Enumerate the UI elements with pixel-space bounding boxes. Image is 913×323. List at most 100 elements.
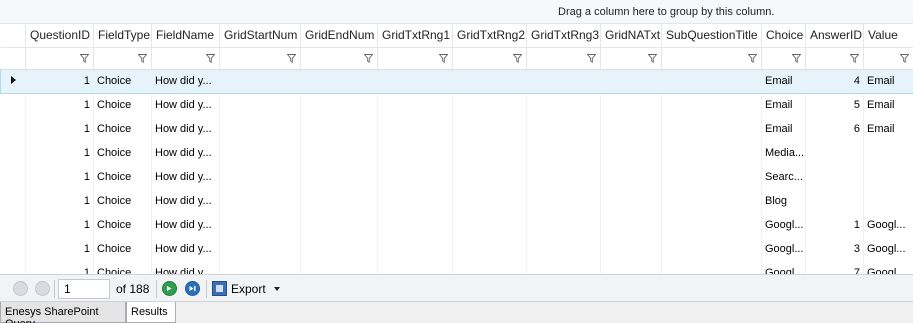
cell-gridendnum[interactable] — [300, 213, 378, 237]
cell-gridtxtrng2[interactable] — [452, 117, 527, 141]
filter-icon[interactable] — [80, 53, 89, 63]
cell-fieldname[interactable]: How did y... — [151, 141, 220, 165]
cell-value[interactable] — [863, 165, 913, 189]
cell-gridendnum[interactable] — [300, 141, 378, 165]
cell-gridendnum[interactable] — [300, 165, 378, 189]
cell-gridtxtrng1[interactable] — [377, 165, 453, 189]
cell-gridtxtrng1[interactable] — [377, 237, 453, 261]
cell-choice[interactable]: Email — [761, 117, 806, 141]
row-indicator[interactable] — [0, 189, 26, 213]
filter-cell[interactable] — [25, 47, 94, 70]
cell-fieldname[interactable]: How did y... — [151, 165, 220, 189]
tab-enesys-sharepoint-query[interactable]: Enesys SharePoint Query — [0, 302, 126, 323]
cell-fieldtype[interactable]: Choice — [93, 237, 152, 261]
cell-subquestiontitle[interactable] — [661, 237, 762, 261]
cell-questionid[interactable]: 1 — [25, 237, 94, 261]
cell-gridtxtrng2[interactable] — [452, 213, 527, 237]
cell-value[interactable]: Email — [863, 68, 913, 94]
cell-fieldname[interactable]: How did y... — [151, 68, 220, 94]
cell-value[interactable]: Googl... — [863, 261, 913, 274]
cell-choice[interactable]: Email — [761, 93, 806, 117]
column-header-subquestiontitle[interactable]: SubQuestionTitle — [661, 24, 762, 48]
cell-fieldtype[interactable]: Choice — [93, 117, 152, 141]
filter-cell[interactable] — [452, 47, 527, 70]
cell-questionid[interactable]: 1 — [25, 165, 94, 189]
cell-gridstartnum[interactable] — [219, 117, 301, 141]
filter-icon[interactable] — [206, 53, 215, 63]
cell-fieldtype[interactable]: Choice — [93, 165, 152, 189]
cell-fieldtype[interactable]: Choice — [93, 189, 152, 213]
cell-choice[interactable]: Googl... — [761, 261, 806, 274]
filter-icon[interactable] — [850, 53, 859, 63]
cell-fieldname[interactable]: How did y... — [151, 117, 220, 141]
cell-gridtxtrng1[interactable] — [377, 141, 453, 165]
cell-gridendnum[interactable] — [300, 93, 378, 117]
filter-cell[interactable] — [600, 47, 662, 70]
table-row[interactable]: 1 Choice How did y... Media... — [0, 141, 913, 165]
cell-fieldtype[interactable]: Choice — [93, 93, 152, 117]
cell-answerid[interactable]: 4 — [805, 68, 864, 94]
cell-gridnatxt[interactable] — [600, 237, 662, 261]
cell-gridtxtrng2[interactable] — [452, 165, 527, 189]
row-indicator[interactable] — [0, 261, 26, 274]
row-indicator[interactable] — [0, 68, 26, 94]
cell-gridtxtrng1[interactable] — [377, 93, 453, 117]
cell-questionid[interactable]: 1 — [25, 68, 94, 94]
cell-gridtxtrng3[interactable] — [526, 237, 601, 261]
cell-fieldname[interactable]: How did y... — [151, 93, 220, 117]
cell-answerid[interactable] — [805, 189, 864, 213]
cell-fieldtype[interactable]: Choice — [93, 261, 152, 274]
cell-value[interactable]: Googl... — [863, 237, 913, 261]
cell-gridendnum[interactable] — [300, 189, 378, 213]
row-indicator[interactable] — [0, 165, 26, 189]
column-header-gridtxtrng3[interactable]: GridTxtRng3 — [526, 24, 601, 48]
cell-gridtxtrng2[interactable] — [452, 237, 527, 261]
cell-gridnatxt[interactable] — [600, 261, 662, 274]
cell-choice[interactable]: Media... — [761, 141, 806, 165]
cell-choice[interactable]: Searc... — [761, 165, 806, 189]
group-by-panel[interactable]: Drag a column here to group by this colu… — [0, 0, 913, 24]
filter-cell[interactable] — [761, 47, 806, 70]
filter-icon[interactable] — [138, 53, 147, 63]
cell-gridnatxt[interactable] — [600, 213, 662, 237]
cell-questionid[interactable]: 1 — [25, 189, 94, 213]
cell-questionid[interactable]: 1 — [25, 141, 94, 165]
filter-icon[interactable] — [513, 53, 522, 63]
cell-answerid[interactable]: 3 — [805, 237, 864, 261]
row-indicator[interactable] — [0, 93, 26, 117]
row-indicator[interactable] — [0, 141, 26, 165]
cell-answerid[interactable]: 1 — [805, 213, 864, 237]
cell-fieldname[interactable]: How did y... — [151, 189, 220, 213]
table-row[interactable]: 1 Choice How did y... Googl... 1 Googl... — [0, 213, 913, 237]
filter-icon[interactable] — [364, 53, 373, 63]
cell-gridendnum[interactable] — [300, 237, 378, 261]
cell-answerid[interactable]: 5 — [805, 93, 864, 117]
cell-value[interactable]: Email — [863, 93, 913, 117]
cell-subquestiontitle[interactable] — [661, 93, 762, 117]
cell-questionid[interactable]: 1 — [25, 213, 94, 237]
filter-cell[interactable] — [300, 47, 378, 70]
column-header-gridnatxt[interactable]: GridNATxt — [600, 24, 662, 48]
cell-choice[interactable]: Googl... — [761, 237, 806, 261]
column-header-fieldtype[interactable]: FieldType — [93, 24, 152, 48]
column-header-gridtxtrng1[interactable]: GridTxtRng1 — [377, 24, 453, 48]
table-row[interactable]: 1 Choice How did y... Googl... 7 Googl... — [0, 261, 913, 274]
cell-fieldname[interactable]: How did y... — [151, 237, 220, 261]
cell-answerid[interactable] — [805, 141, 864, 165]
cell-gridtxtrng1[interactable] — [377, 117, 453, 141]
cell-value[interactable] — [863, 141, 913, 165]
filter-icon[interactable] — [439, 53, 448, 63]
cell-answerid[interactable]: 6 — [805, 117, 864, 141]
cell-gridtxtrng3[interactable] — [526, 189, 601, 213]
table-row[interactable]: 1 Choice How did y... Searc... — [0, 165, 913, 189]
cell-value[interactable]: Email — [863, 117, 913, 141]
cell-questionid[interactable]: 1 — [25, 93, 94, 117]
filter-icon[interactable] — [900, 53, 909, 63]
filter-icon[interactable] — [748, 53, 757, 63]
next-page-icon[interactable] — [162, 281, 177, 296]
column-header-gridtxtrng2[interactable]: GridTxtRng2 — [452, 24, 527, 48]
cell-gridstartnum[interactable] — [219, 68, 301, 94]
filter-cell[interactable] — [151, 47, 220, 70]
cell-gridtxtrng2[interactable] — [452, 68, 527, 94]
table-row[interactable]: 1 Choice How did y... Blog — [0, 189, 913, 213]
